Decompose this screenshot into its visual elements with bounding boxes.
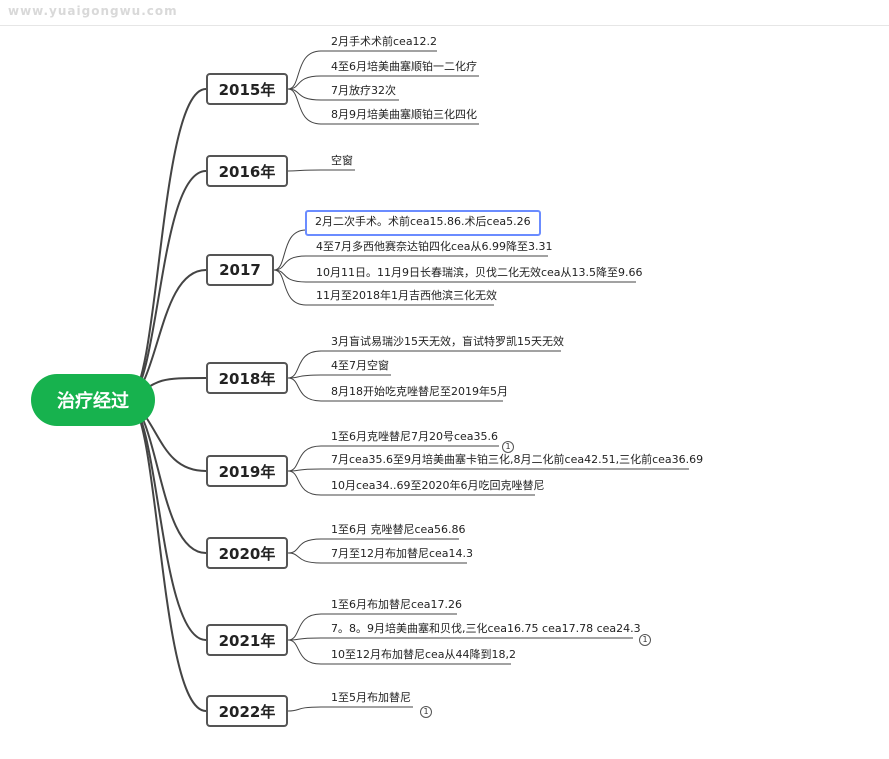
leaf-branch-line [287,706,322,712]
leaf-topic[interactable]: 7。8。9月培美曲塞和贝伐,三化cea16.75 cea17.78 cea24.… [331,622,641,636]
leaf-topic[interactable]: 10月11日。11月9日长春瑞滨，贝伐二化无效cea从13.5降至9.66 [316,266,643,280]
year-topic[interactable]: 2021年 [206,624,288,656]
topic-marker-icon[interactable]: 1 [502,441,514,453]
leaf-branch-line [287,613,322,641]
year-topic-label: 2020年 [218,544,276,563]
leaf-topic[interactable]: 8月18开始吃克唑替尼至2019年5月 [331,385,508,399]
topic-marker-icon[interactable]: 1 [639,634,651,646]
year-topic[interactable]: 2015年 [206,73,288,105]
leaf-topic-selected[interactable]: 2月二次手术。术前cea15.86.术后cea5.26 [305,210,541,236]
year-topic-label: 2015年 [218,80,276,99]
leaf-topic[interactable]: 4至6月培美曲塞顺铂一二化疗 [331,60,477,74]
root-topic-label: 治疗经过 [57,391,129,412]
year-topic-label: 2021年 [218,631,276,650]
year-topic[interactable]: 2016年 [206,155,288,187]
year-topic-label: 2016年 [218,162,276,181]
year-topic[interactable]: 2022年 [206,695,288,727]
year-topic-label: 2019年 [218,462,276,481]
leaf-branch-line [287,470,322,496]
root-branch-line [129,170,207,401]
leaf-branch-line [287,639,322,665]
leaf-topic[interactable]: 1至5月布加替尼 [331,691,411,705]
leaf-topic[interactable]: 7月cea35.6至9月培美曲塞卡铂三化,8月二化前cea42.51,三化前ce… [331,453,703,467]
leaf-branch-line [287,350,322,379]
topic-marker-icon[interactable]: 1 [420,706,432,718]
leaf-topic[interactable]: 3月盲试易瑞沙15天无效，盲试特罗凯15天无效 [331,335,564,349]
leaf-topic[interactable]: 10至12月布加替尼cea从44降到18,2 [331,648,516,662]
leaf-topic[interactable]: 空窗 [331,154,353,168]
year-topic[interactable]: 2017 [206,254,274,286]
year-topic-label: 2022年 [218,702,276,721]
year-topic-label: 2017 [219,261,261,279]
leaf-branch-line [287,88,322,125]
leaf-topic[interactable]: 10月cea34..69至2020年6月吃回克唑替尼 [331,479,545,493]
root-branch-line [129,399,207,712]
leaf-topic[interactable]: 4至7月多西他赛奈达铂四化cea从6.99降至3.31 [316,240,553,254]
leaf-topic[interactable]: 7月放疗32次 [331,84,396,98]
leaf-topic[interactable]: 1至6月 克唑替尼cea56.86 [331,523,466,537]
leaf-topic[interactable]: 4至7月空窗 [331,359,389,373]
leaf-topic[interactable]: 7月至12月布加替尼cea14.3 [331,547,473,561]
leaf-branch-line [273,229,307,271]
leaf-branch-line [287,445,322,472]
leaf-topic[interactable]: 2月手术术前cea12.2 [331,35,437,49]
year-topic-label: 2018年 [218,369,276,388]
leaf-branch-line [287,552,322,564]
leaf-branch-line [287,377,322,402]
year-topic[interactable]: 2020年 [206,537,288,569]
leaf-topic[interactable]: 11月至2018年1月吉西他滨三化无效 [316,289,497,303]
year-topic[interactable]: 2019年 [206,455,288,487]
leaf-topic[interactable]: 8月9月培美曲塞顺铂三化四化 [331,108,477,122]
leaf-topic[interactable]: 1至6月布加替尼cea17.26 [331,598,462,612]
leaf-topic[interactable]: 1至6月克唑替尼7月20号cea35.6 [331,430,498,444]
leaf-branch-line [287,169,322,172]
year-topic[interactable]: 2018年 [206,362,288,394]
leaf-branch-line [273,269,307,306]
leaf-branch-line [287,50,322,90]
leaf-branch-line [287,538,322,554]
root-topic[interactable]: 治疗经过 [31,374,155,426]
